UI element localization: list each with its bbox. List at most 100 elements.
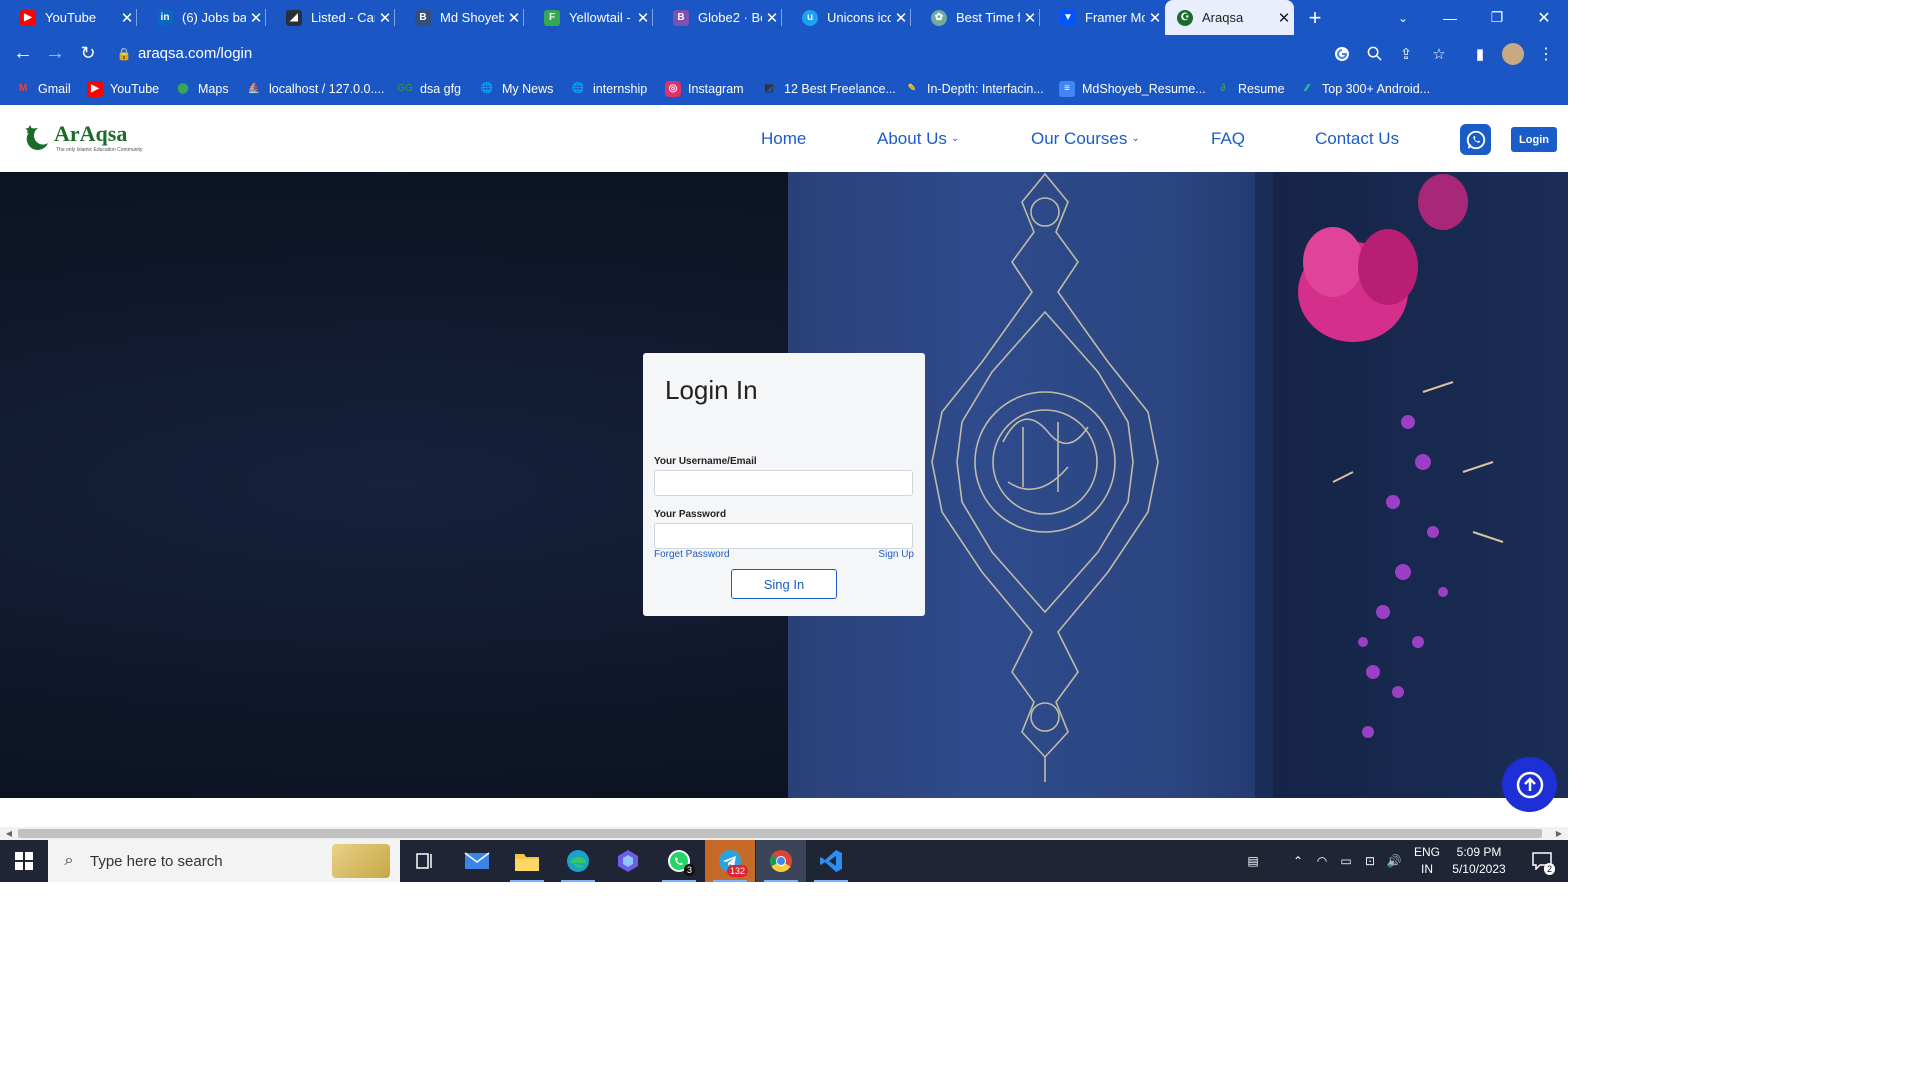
close-tab-icon[interactable]: ✕	[633, 9, 653, 27]
close-tab-icon[interactable]: ✕	[375, 9, 395, 27]
whatsapp-button[interactable]	[1460, 124, 1491, 155]
forget-password-link[interactable]: Forget Password	[654, 549, 730, 560]
lock-icon[interactable]: 🔒	[110, 47, 138, 61]
close-tab-icon[interactable]: ✕	[117, 9, 137, 27]
copilot-icon[interactable]	[603, 840, 653, 882]
tab-search-chevron-icon[interactable]: ⌄	[1380, 0, 1426, 35]
kebab-menu-icon[interactable]: ⋮	[1531, 35, 1561, 72]
address-bar[interactable]: 🔒 araqsa.com/login	[110, 39, 1530, 68]
bookmark-instagram[interactable]: ◎ Instagram	[665, 72, 744, 105]
nav-faq[interactable]: FAQ	[1211, 105, 1245, 172]
gmail-icon: M	[18, 83, 28, 94]
bookmark-youtube[interactable]: ▶ YouTube	[87, 72, 159, 105]
forward-arrow-icon[interactable]: →	[40, 35, 70, 72]
reload-icon[interactable]: ↻	[73, 35, 103, 72]
close-tab-icon[interactable]: ✕	[1274, 9, 1294, 27]
language-indicator[interactable]: ENG IN	[1412, 844, 1442, 878]
browser-tab[interactable]: B Md Shoyeb ✕	[395, 0, 524, 35]
taskbar-search-box[interactable]: ⌕ Type here to search	[48, 840, 400, 882]
nav-courses[interactable]: Our Courses ⌄	[1031, 105, 1140, 172]
bookmark-maps[interactable]: ⬤ Maps	[175, 72, 228, 105]
scroll-to-top-button[interactable]	[1502, 757, 1557, 812]
task-view-icon[interactable]	[400, 840, 450, 882]
bookmark-localhost[interactable]: ⛵ localhost / 127.0.0....	[246, 72, 385, 105]
sign-in-button[interactable]: Sing In	[731, 569, 837, 599]
bookmark-star-icon[interactable]: ☆	[1424, 35, 1454, 72]
system-clock[interactable]: 5:09 PM 5/10/2023	[1446, 844, 1512, 878]
telegram-icon[interactable]: 132	[705, 840, 755, 882]
bookmark-freelance[interactable]: ◩ 12 Best Freelance...	[761, 72, 896, 105]
listed-icon: ◢	[286, 9, 302, 26]
bookmark-internship[interactable]: 🌐 internship	[570, 72, 647, 105]
network-drive-icon[interactable]: ⊡	[1360, 840, 1380, 882]
bookmark-gmail[interactable]: M Gmail	[15, 72, 71, 105]
browser-tab[interactable]: ▼ Framer Mot ✕	[1040, 0, 1165, 35]
header-login-button[interactable]: Login	[1511, 127, 1557, 152]
browser-tab[interactable]: in (6) Jobs bas ✕	[137, 0, 266, 35]
browser-tab-active[interactable]: ☪ Araqsa ✕	[1165, 0, 1294, 35]
close-tab-icon[interactable]: ✕	[246, 9, 266, 27]
browser-tab[interactable]: ◢ Listed - Car ✕	[266, 0, 395, 35]
site-logo[interactable]: ArAqsa The only Islamic Education Commun…	[24, 121, 142, 153]
browser-tab[interactable]: F Yellowtail - ✕	[524, 0, 653, 35]
bookmark-resume-doc[interactable]: ≡ MdShoyeb_Resume...	[1059, 72, 1206, 105]
nav-home[interactable]: Home	[761, 105, 806, 172]
clock-date: 5/10/2023	[1452, 862, 1506, 876]
bookmark-android[interactable]: ⁄⁄ Top 300+ Android...	[1299, 72, 1430, 105]
file-explorer-icon[interactable]	[502, 840, 552, 882]
search-placeholder: Type here to search	[90, 852, 223, 870]
wifi-icon[interactable]: ◠	[1312, 840, 1332, 882]
username-input[interactable]	[654, 470, 913, 496]
whatsapp-icon[interactable]: 3	[654, 840, 704, 882]
close-tab-icon[interactable]: ✕	[504, 9, 524, 27]
close-window-icon[interactable]: ✕	[1521, 0, 1567, 35]
password-input[interactable]	[654, 523, 913, 549]
windows-logo-icon	[15, 852, 33, 870]
bookmark-resume[interactable]: ∂ Resume	[1215, 72, 1285, 105]
google-lens-icon[interactable]	[1327, 35, 1357, 72]
url-text[interactable]: araqsa.com/login	[138, 45, 252, 62]
close-tab-icon[interactable]: ✕	[891, 9, 911, 27]
bookmark-my-news[interactable]: 🌐 My News	[479, 72, 554, 105]
news-widget-icon[interactable]: ▤	[1238, 840, 1268, 882]
nav-about[interactable]: About Us ⌄	[877, 105, 959, 172]
show-hidden-icons-chevron-icon[interactable]: ⌃	[1288, 840, 1308, 882]
login-title: Login In	[665, 375, 758, 405]
chrome-icon[interactable]	[756, 840, 806, 882]
close-tab-icon[interactable]: ✕	[1145, 9, 1165, 27]
edge-icon[interactable]	[553, 840, 603, 882]
google-fonts-icon: F	[544, 9, 560, 26]
browser-tab[interactable]: ✿ Best Time fo ✕	[911, 0, 1040, 35]
bookmark-in-depth[interactable]: ✎ In-Depth: Interfacin...	[904, 72, 1044, 105]
browser-tab[interactable]: B Globe2 · Bo ✕	[653, 0, 782, 35]
minimize-icon[interactable]: —	[1427, 0, 1473, 35]
notification-center-icon[interactable]: 2	[1522, 840, 1562, 882]
browser-tab[interactable]: u Unicons ico ✕	[782, 0, 911, 35]
scroll-left-arrow-icon[interactable]: ◀	[2, 827, 16, 840]
close-tab-icon[interactable]: ✕	[762, 9, 782, 27]
side-panel-icon[interactable]: ▮	[1465, 35, 1495, 72]
scroll-right-arrow-icon[interactable]: ▶	[1552, 827, 1566, 840]
volume-icon[interactable]: 🔊	[1384, 840, 1404, 882]
tab-title: Araqsa	[1202, 10, 1244, 25]
vscode-icon[interactable]	[806, 840, 856, 882]
chatgpt-icon: ✿	[931, 9, 947, 26]
zoom-icon[interactable]	[1359, 35, 1389, 72]
horizontal-scrollbar[interactable]: ◀ ▶	[0, 827, 1568, 840]
nav-contact[interactable]: Contact Us	[1315, 105, 1399, 172]
back-arrow-icon[interactable]: ←	[8, 35, 38, 72]
battery-icon[interactable]: ▭	[1336, 840, 1356, 882]
mail-icon[interactable]	[452, 840, 502, 882]
browser-tab-strip: ▶ YouTube ✕ in (6) Jobs bas ✕ ◢ Listed -…	[0, 0, 1568, 35]
scrollbar-thumb[interactable]	[18, 829, 1542, 838]
restore-icon[interactable]: ❐	[1474, 0, 1520, 35]
share-icon[interactable]: ⇪	[1391, 35, 1421, 72]
browser-tab[interactable]: ▶ YouTube ✕	[0, 0, 137, 35]
windows-start-button[interactable]	[0, 840, 48, 882]
bookmark-dsa-gfg[interactable]: GG dsa gfg	[397, 72, 461, 105]
sign-up-link[interactable]: Sign Up	[878, 549, 914, 560]
profile-avatar[interactable]	[1498, 35, 1528, 72]
new-tab-plus-icon[interactable]: +	[1302, 0, 1328, 35]
behance-icon: B	[415, 9, 431, 26]
close-tab-icon[interactable]: ✕	[1020, 9, 1040, 27]
